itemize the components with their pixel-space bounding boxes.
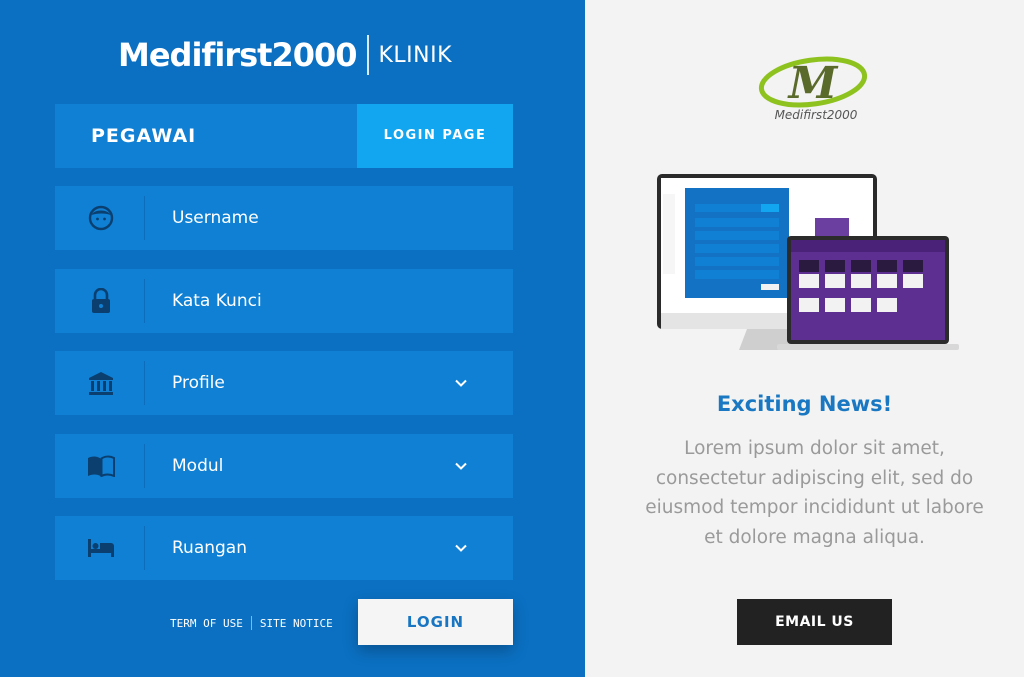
promo-panel: M Medifirst2000 Exciting News! Lorem ips… bbox=[585, 0, 1024, 677]
role-tabbar: PEGAWAI LOGIN PAGE bbox=[55, 104, 513, 168]
login-button[interactable]: LOGIN bbox=[358, 599, 513, 645]
news-line: Lorem ipsum dolor sit amet, bbox=[684, 438, 945, 459]
field-divider bbox=[144, 444, 145, 488]
ruangan-label: Ruangan bbox=[172, 538, 247, 558]
password-label: Kata Kunci bbox=[172, 291, 262, 311]
news-body: Lorem ipsum dolor sit amet, consectetur … bbox=[625, 434, 1004, 552]
login-panel: Medifirst2000 KLINIK PEGAWAI LOGIN PAGE … bbox=[0, 0, 585, 677]
logo-letter: M bbox=[787, 58, 839, 109]
book-icon bbox=[87, 452, 115, 480]
news-line: et dolore magna aliqua. bbox=[704, 526, 925, 548]
modul-select[interactable]: Modul bbox=[55, 434, 513, 498]
logo-text: Medifirst2000 bbox=[775, 108, 858, 122]
username-label: Username bbox=[172, 208, 259, 228]
term-of-use-link[interactable]: TERM OF USE bbox=[170, 617, 243, 630]
face-icon bbox=[87, 204, 115, 232]
brand-subtitle: KLINIK bbox=[378, 42, 453, 68]
brand-header: Medifirst2000 KLINIK bbox=[118, 34, 452, 76]
chevron-down-icon bbox=[453, 375, 469, 391]
password-field[interactable]: Kata Kunci bbox=[55, 269, 513, 333]
news-line: eiusmod tempor incididunt ut labore bbox=[645, 497, 984, 518]
email-us-button[interactable]: EMAIL US bbox=[737, 599, 892, 645]
modul-label: Modul bbox=[172, 456, 224, 476]
footer-links: TERM OF USE SITE NOTICE bbox=[170, 614, 333, 632]
brand-divider bbox=[366, 35, 369, 75]
chevron-down-icon bbox=[453, 540, 469, 556]
tab-pegawai[interactable]: PEGAWAI bbox=[91, 104, 196, 168]
profile-select[interactable]: Profile bbox=[55, 351, 513, 415]
lock-icon bbox=[87, 287, 115, 315]
chevron-down-icon bbox=[453, 458, 469, 474]
medifirst-logo: M Medifirst2000 bbox=[753, 54, 879, 124]
footer-divider bbox=[250, 616, 252, 630]
profile-label: Profile bbox=[172, 373, 225, 393]
field-divider bbox=[144, 361, 145, 405]
bed-icon bbox=[87, 534, 115, 562]
tab-login-page[interactable]: LOGIN PAGE bbox=[357, 104, 513, 168]
field-divider bbox=[144, 279, 145, 323]
news-line: consectetur adipiscing elit, sed do bbox=[655, 467, 974, 489]
field-divider bbox=[144, 526, 145, 570]
devices-mockup-image bbox=[657, 174, 969, 356]
field-divider bbox=[144, 196, 145, 240]
ruangan-select[interactable]: Ruangan bbox=[55, 516, 513, 580]
news-title: Exciting News! bbox=[716, 392, 893, 416]
username-field[interactable]: Username bbox=[55, 186, 513, 250]
brand-name: Medifirst2000 bbox=[118, 36, 357, 74]
site-notice-link[interactable]: SITE NOTICE bbox=[260, 617, 333, 630]
bank-icon bbox=[87, 369, 115, 397]
